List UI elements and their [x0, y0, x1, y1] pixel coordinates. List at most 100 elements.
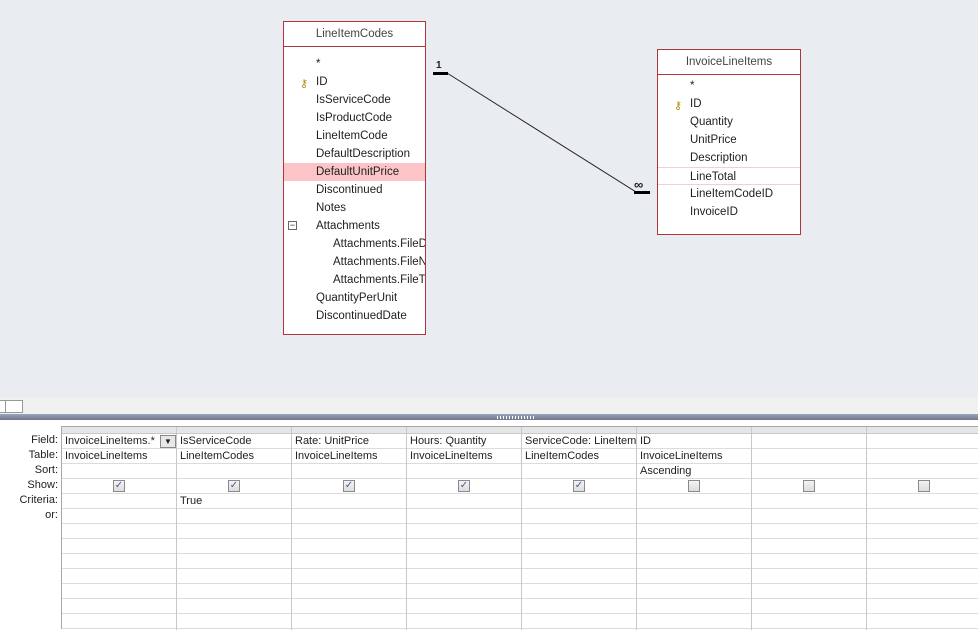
- empty-cell[interactable]: [522, 524, 636, 539]
- empty-cell[interactable]: [62, 614, 176, 629]
- empty-cell[interactable]: [522, 584, 636, 599]
- table-cell[interactable]: InvoiceLineItems: [407, 449, 521, 464]
- column-selector[interactable]: [407, 427, 521, 434]
- pane-splitter[interactable]: [0, 414, 978, 420]
- empty-cell[interactable]: [407, 584, 521, 599]
- show-cell[interactable]: ✓: [292, 479, 406, 494]
- empty-cell[interactable]: [292, 599, 406, 614]
- empty-cell[interactable]: [62, 584, 176, 599]
- empty-cell[interactable]: [522, 569, 636, 584]
- empty-cell[interactable]: [752, 539, 866, 554]
- grid-column[interactable]: ServiceCode: LineItemCodeLineItemCodes ✓: [522, 427, 637, 630]
- empty-cell[interactable]: [177, 614, 291, 629]
- field-row[interactable]: ID ⚷: [284, 73, 425, 91]
- or-cell[interactable]: [522, 509, 636, 524]
- show-checkbox[interactable]: ✓: [458, 480, 470, 492]
- empty-cell[interactable]: [867, 584, 978, 599]
- empty-cell[interactable]: [867, 539, 978, 554]
- show-cell[interactable]: [637, 479, 751, 494]
- empty-cell[interactable]: [637, 524, 751, 539]
- field-row[interactable]: Description: [658, 149, 800, 167]
- grid-column[interactable]: InvoiceLineItems.* ▼ InvoiceLineItems ✓: [62, 427, 177, 630]
- empty-cell[interactable]: [177, 584, 291, 599]
- sort-cell[interactable]: [522, 464, 636, 479]
- empty-cell[interactable]: [637, 569, 751, 584]
- field-cell[interactable]: [752, 434, 866, 449]
- or-cell[interactable]: [752, 509, 866, 524]
- empty-cell[interactable]: [177, 569, 291, 584]
- empty-cell[interactable]: [867, 614, 978, 629]
- criteria-cell[interactable]: True: [177, 494, 291, 509]
- field-row[interactable]: Notes: [284, 199, 425, 217]
- table-title[interactable]: LineItemCodes: [284, 22, 425, 47]
- empty-cell[interactable]: [637, 554, 751, 569]
- field-cell[interactable]: InvoiceLineItems.* ▼: [62, 434, 176, 449]
- show-checkbox[interactable]: ✓: [228, 480, 240, 492]
- table-cell[interactable]: LineItemCodes: [522, 449, 636, 464]
- empty-cell[interactable]: [867, 524, 978, 539]
- empty-cell[interactable]: [62, 524, 176, 539]
- empty-cell[interactable]: [407, 524, 521, 539]
- grid-column[interactable]: Rate: UnitPrice InvoiceLineItems ✓: [292, 427, 407, 630]
- criteria-cell[interactable]: [62, 494, 176, 509]
- field-cell[interactable]: [867, 434, 978, 449]
- empty-cell[interactable]: [407, 569, 521, 584]
- field-cell[interactable]: ID: [637, 434, 751, 449]
- empty-cell[interactable]: [407, 539, 521, 554]
- sort-cell[interactable]: [62, 464, 176, 479]
- or-cell[interactable]: [62, 509, 176, 524]
- field-row[interactable]: ID ⚷: [658, 95, 800, 113]
- sort-cell[interactable]: Ascending: [637, 464, 751, 479]
- empty-cell[interactable]: [637, 599, 751, 614]
- empty-cell[interactable]: [522, 539, 636, 554]
- empty-cell[interactable]: [522, 614, 636, 629]
- table-cell[interactable]: [752, 449, 866, 464]
- field-row[interactable]: DefaultDescription: [284, 145, 425, 163]
- or-cell[interactable]: [177, 509, 291, 524]
- empty-cell[interactable]: [637, 614, 751, 629]
- empty-cell[interactable]: [177, 599, 291, 614]
- sort-cell[interactable]: [867, 464, 978, 479]
- show-checkbox[interactable]: ✓: [573, 480, 585, 492]
- empty-cell[interactable]: [752, 614, 866, 629]
- collapse-icon[interactable]: −: [288, 221, 297, 230]
- grid-column[interactable]: [867, 427, 978, 630]
- empty-cell[interactable]: [177, 524, 291, 539]
- empty-cell[interactable]: [752, 524, 866, 539]
- field-row[interactable]: Attachments.FileName: [284, 253, 425, 271]
- show-checkbox[interactable]: [688, 480, 700, 492]
- sort-cell[interactable]: [292, 464, 406, 479]
- field-row[interactable]: DefaultUnitPrice: [284, 163, 425, 181]
- field-row[interactable]: LineItemCode: [284, 127, 425, 145]
- empty-cell[interactable]: [752, 584, 866, 599]
- field-row[interactable]: Attachments.FileType: [284, 271, 425, 289]
- field-cell[interactable]: Rate: UnitPrice: [292, 434, 406, 449]
- table-invoicelineitems[interactable]: InvoiceLineItems * ID ⚷ Quantity UnitPrice De…: [657, 49, 801, 235]
- or-cell[interactable]: [637, 509, 751, 524]
- empty-cell[interactable]: [62, 539, 176, 554]
- table-cell[interactable]: LineItemCodes: [177, 449, 291, 464]
- dropdown-arrow-icon[interactable]: ▼: [160, 435, 176, 448]
- table-title[interactable]: InvoiceLineItems: [658, 50, 800, 75]
- empty-cell[interactable]: [867, 569, 978, 584]
- empty-cell[interactable]: [752, 569, 866, 584]
- empty-cell[interactable]: [292, 584, 406, 599]
- empty-cell[interactable]: [867, 554, 978, 569]
- empty-cell[interactable]: [522, 554, 636, 569]
- sort-cell[interactable]: [752, 464, 866, 479]
- relationship-join-line[interactable]: [0, 0, 978, 397]
- show-cell[interactable]: ✓: [522, 479, 636, 494]
- empty-cell[interactable]: [292, 614, 406, 629]
- empty-cell[interactable]: [637, 584, 751, 599]
- field-row[interactable]: *: [284, 55, 425, 73]
- splitter-grip-icon[interactable]: [497, 416, 535, 419]
- field-cell[interactable]: ServiceCode: LineItemCode: [522, 434, 636, 449]
- sort-cell[interactable]: [177, 464, 291, 479]
- show-checkbox[interactable]: ✓: [343, 480, 355, 492]
- field-row[interactable]: Quantity: [658, 113, 800, 131]
- column-selector[interactable]: [62, 427, 176, 434]
- column-selector[interactable]: [752, 427, 866, 434]
- column-selector[interactable]: [177, 427, 291, 434]
- or-cell[interactable]: [407, 509, 521, 524]
- table-lineitemcodes[interactable]: LineItemCodes * ID ⚷ IsServiceCode IsProduct…: [283, 21, 426, 335]
